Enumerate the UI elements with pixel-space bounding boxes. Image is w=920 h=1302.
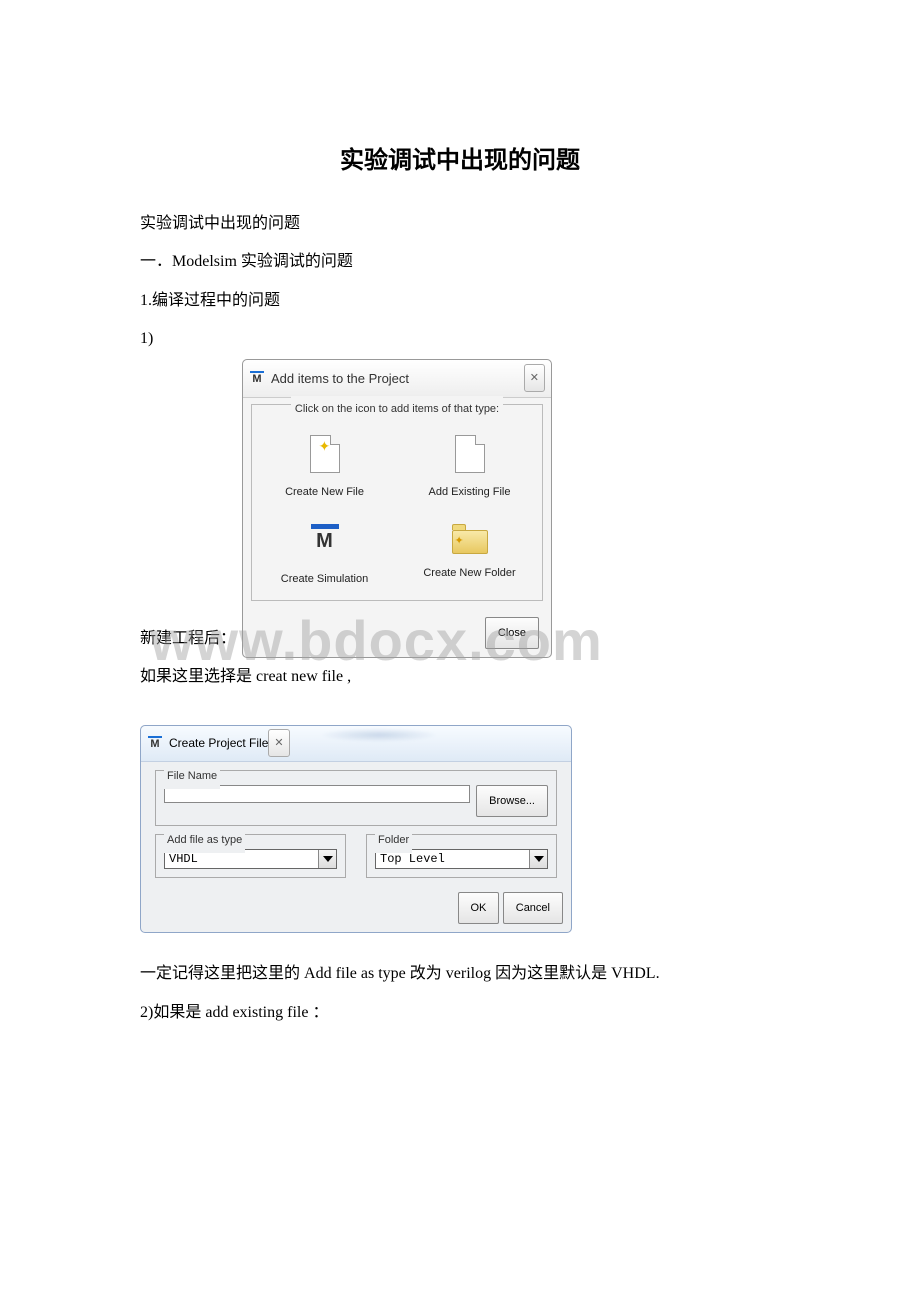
paragraph: 一定记得这里把这里的 Add file as type 改为 verilog 因… bbox=[140, 955, 780, 993]
fieldset-legend: Add file as type bbox=[164, 827, 245, 853]
fieldset-legend: Folder bbox=[375, 827, 412, 853]
fieldset-legend: Click on the icon to add items of that t… bbox=[291, 396, 503, 422]
folder-fieldset: Folder Top Level bbox=[366, 834, 557, 878]
close-button[interactable]: Close bbox=[485, 617, 539, 649]
page-title: 实验调试中出现的问题 bbox=[140, 140, 780, 175]
dialog-title: Add items to the Project bbox=[271, 363, 524, 394]
dialog-titlebar: M Create Project File ✕ bbox=[141, 726, 571, 762]
simulation-icon: M bbox=[309, 524, 341, 560]
ok-button[interactable]: OK bbox=[458, 892, 500, 924]
file-icon bbox=[455, 435, 485, 473]
close-button[interactable]: ✕ bbox=[524, 364, 545, 392]
chevron-down-icon bbox=[318, 850, 336, 868]
cancel-button[interactable]: Cancel bbox=[503, 892, 563, 924]
new-folder-icon: ✦ bbox=[452, 524, 488, 554]
create-simulation-option[interactable]: M Create Simulation bbox=[252, 524, 397, 592]
new-file-icon: ✦ bbox=[310, 435, 340, 473]
dialog-titlebar: M Add items to the Project ✕ bbox=[243, 360, 551, 398]
decorative-blur bbox=[319, 728, 439, 742]
paragraph: 实验调试中出现的问题 bbox=[140, 205, 780, 243]
dialog-title: Create Project File bbox=[169, 729, 268, 758]
filename-fieldset: File Name Browse... bbox=[155, 770, 557, 826]
create-project-file-dialog: M Create Project File ✕ File Name Browse… bbox=[140, 725, 572, 934]
close-button[interactable]: ✕ bbox=[268, 729, 289, 757]
modelsim-icon: M bbox=[249, 371, 265, 385]
create-new-file-option[interactable]: ✦ Create New File bbox=[252, 435, 397, 505]
add-items-dialog: M Add items to the Project ✕ Click on th… bbox=[242, 359, 552, 659]
add-existing-file-option[interactable]: Add Existing File bbox=[397, 435, 542, 505]
paragraph: 2)如果是 add existing file ： bbox=[140, 994, 780, 1032]
modelsim-icon: M bbox=[147, 736, 163, 750]
paragraph: 一．Modelsim 实验调试的问题 bbox=[140, 243, 780, 281]
chevron-down-icon bbox=[529, 850, 547, 868]
fieldset-legend: File Name bbox=[164, 763, 220, 789]
paragraph: 1.编译过程中的问题 bbox=[140, 282, 780, 320]
browse-button[interactable]: Browse... bbox=[476, 785, 548, 817]
create-new-folder-option[interactable]: ✦ Create New Folder bbox=[397, 524, 542, 592]
paragraph: 如果这里选择是 creat new file , bbox=[140, 658, 780, 696]
paragraph: 新建工程后： bbox=[140, 620, 236, 658]
file-type-fieldset: Add file as type VHDL bbox=[155, 834, 346, 878]
paragraph: 1) bbox=[140, 320, 780, 358]
